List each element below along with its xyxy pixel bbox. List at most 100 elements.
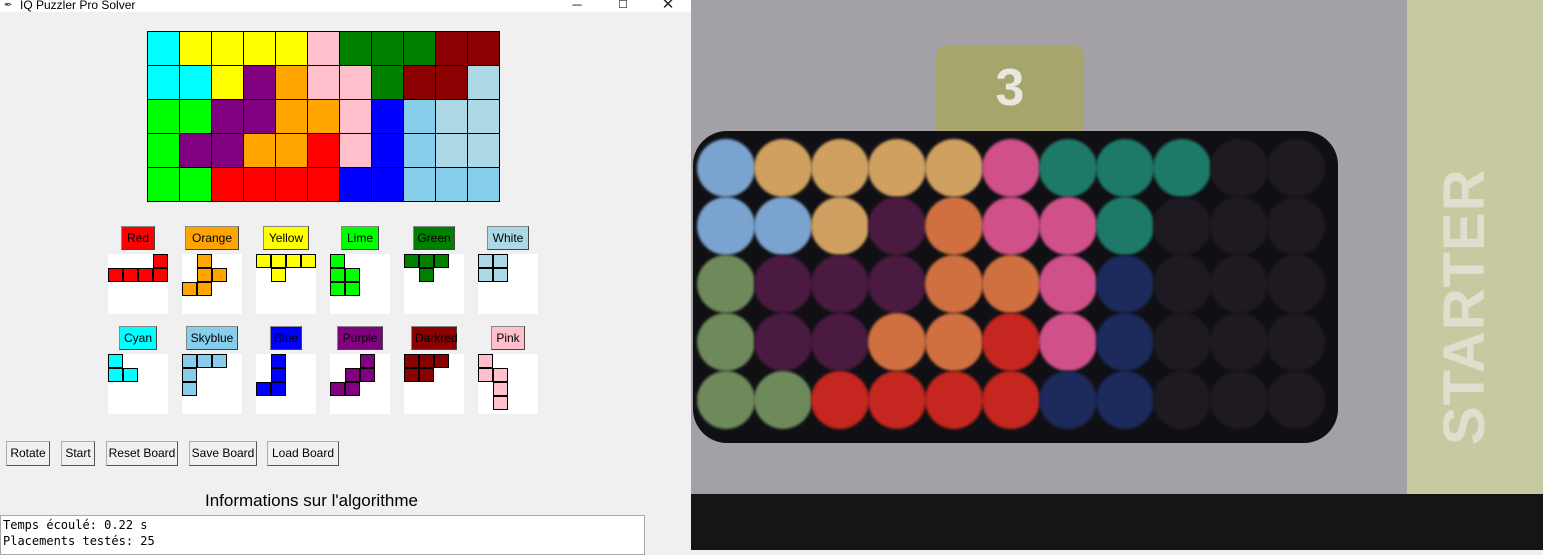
board-cell[interactable]: [435, 65, 468, 100]
piece-preview-skyblue[interactable]: [182, 354, 242, 414]
save-board-button[interactable]: Save Board: [189, 441, 257, 466]
board-cell[interactable]: [243, 167, 276, 202]
piece-button-pink[interactable]: Pink: [491, 326, 525, 350]
info-textbox[interactable]: Temps écoulé: 0.22 s Placements testés: …: [0, 515, 645, 555]
board-cell[interactable]: [211, 31, 244, 66]
reset-board-button[interactable]: Reset Board: [106, 441, 178, 466]
piece-preview-blue[interactable]: [256, 354, 316, 414]
board-cell[interactable]: [403, 31, 436, 66]
piece-button-blue[interactable]: Blue: [270, 326, 302, 350]
board-cell[interactable]: [243, 31, 276, 66]
board-cell[interactable]: [371, 133, 404, 168]
piece-preview-yellow[interactable]: [256, 254, 316, 314]
peg: [1153, 255, 1211, 313]
piece-preview-darkred[interactable]: [404, 354, 464, 414]
board-cell[interactable]: [211, 65, 244, 100]
board-cell[interactable]: [467, 31, 500, 66]
board-cell[interactable]: [339, 31, 372, 66]
piece-button-lime[interactable]: Lime: [341, 226, 379, 250]
piece-preview-pink[interactable]: [478, 354, 538, 414]
close-button[interactable]: ✕: [653, 0, 683, 13]
piece-preview-green[interactable]: [404, 254, 464, 314]
piece-cell: [345, 282, 360, 296]
piece-preview-orange[interactable]: [182, 254, 242, 314]
board-cell[interactable]: [243, 99, 276, 134]
board-cell[interactable]: [211, 133, 244, 168]
piece-preview-white[interactable]: [478, 254, 538, 314]
board-cell[interactable]: [275, 65, 308, 100]
piece-preview-cyan[interactable]: [108, 354, 168, 414]
board-cell[interactable]: [275, 31, 308, 66]
board-cell[interactable]: [307, 133, 340, 168]
piece-button-skyblue[interactable]: Skyblue: [186, 326, 238, 350]
board-cell[interactable]: [147, 167, 180, 202]
piece-button-orange[interactable]: Orange: [185, 226, 239, 250]
board-cell[interactable]: [435, 99, 468, 134]
piece-button-purple[interactable]: Purple: [337, 326, 383, 350]
piece-button-cyan[interactable]: Cyan: [119, 326, 157, 350]
board-cell[interactable]: [147, 65, 180, 100]
board-cell[interactable]: [467, 167, 500, 202]
board-cell[interactable]: [307, 65, 340, 100]
board-cell[interactable]: [467, 65, 500, 100]
board-cell[interactable]: [243, 65, 276, 100]
piece-cell: [493, 254, 508, 268]
board-cell[interactable]: [211, 167, 244, 202]
board-cell[interactable]: [179, 167, 212, 202]
minimize-button[interactable]: ─: [562, 0, 592, 13]
board-cell[interactable]: [339, 167, 372, 202]
piece-button-darkred[interactable]: Darkred: [411, 326, 458, 350]
board-cell[interactable]: [275, 167, 308, 202]
peg: [1153, 139, 1211, 197]
board-cell[interactable]: [403, 99, 436, 134]
board-cell[interactable]: [275, 133, 308, 168]
peg: [697, 371, 755, 429]
piece-preview-lime[interactable]: [330, 254, 390, 314]
board-cell[interactable]: [275, 99, 308, 134]
board-cell[interactable]: [147, 133, 180, 168]
board-cell[interactable]: [147, 99, 180, 134]
piece-button-white[interactable]: White: [487, 226, 529, 250]
board-cell[interactable]: [467, 133, 500, 168]
board-cell[interactable]: [403, 65, 436, 100]
board-cell[interactable]: [435, 133, 468, 168]
piece-preview-red[interactable]: [108, 254, 168, 314]
piece-button-red[interactable]: Red: [121, 226, 155, 250]
piece-preview-purple[interactable]: [330, 354, 390, 414]
board-cell[interactable]: [179, 99, 212, 134]
board-cell[interactable]: [371, 167, 404, 202]
piece-cell: [256, 382, 271, 396]
board-cell[interactable]: [211, 99, 244, 134]
piece-cell: [330, 282, 345, 296]
board-cell[interactable]: [147, 31, 180, 66]
maximize-button[interactable]: ☐: [608, 0, 638, 13]
board-cell[interactable]: [435, 167, 468, 202]
board-cell[interactable]: [179, 31, 212, 66]
piece-cell: [478, 354, 493, 368]
rotate-button[interactable]: Rotate: [6, 441, 50, 466]
piece-button-yellow[interactable]: Yellow: [263, 226, 309, 250]
load-board-button[interactable]: Load Board: [267, 441, 339, 466]
board-cell[interactable]: [371, 31, 404, 66]
start-button[interactable]: Start: [61, 441, 95, 466]
board-cell[interactable]: [339, 99, 372, 134]
board-cell[interactable]: [371, 65, 404, 100]
peg: [982, 371, 1040, 429]
board-cell[interactable]: [179, 133, 212, 168]
board-cell[interactable]: [307, 31, 340, 66]
piece-button-green[interactable]: Green: [413, 226, 455, 250]
board-cell[interactable]: [403, 167, 436, 202]
board-cell[interactable]: [307, 99, 340, 134]
board-cell[interactable]: [371, 99, 404, 134]
board-cell[interactable]: [307, 167, 340, 202]
peg: [697, 197, 755, 255]
board-cell[interactable]: [179, 65, 212, 100]
peg: [1210, 197, 1268, 255]
board-cell[interactable]: [467, 99, 500, 134]
board-cell[interactable]: [339, 133, 372, 168]
board-cell[interactable]: [243, 133, 276, 168]
board-cell[interactable]: [339, 65, 372, 100]
puzzle-board[interactable]: [147, 31, 500, 202]
board-cell[interactable]: [435, 31, 468, 66]
board-cell[interactable]: [403, 133, 436, 168]
